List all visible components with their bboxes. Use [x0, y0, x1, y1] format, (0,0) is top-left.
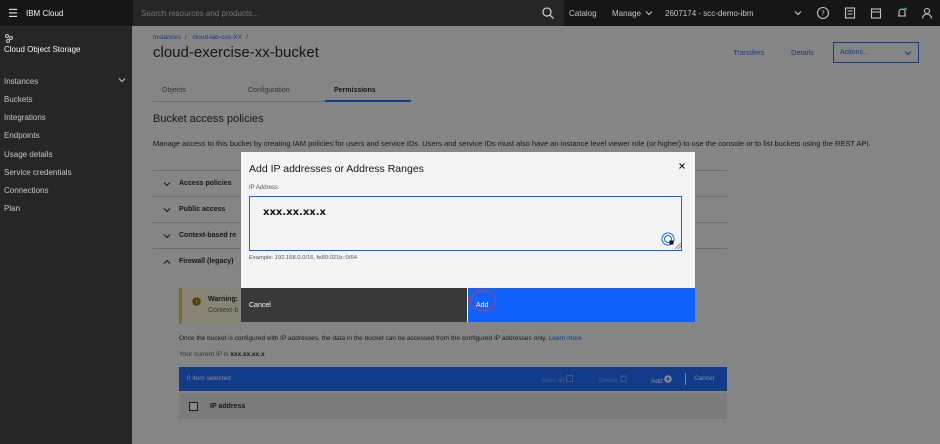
ip-address-textarea[interactable]: [249, 196, 682, 251]
brand-logo[interactable]: IBM Cloud: [26, 9, 132, 18]
ip-address-input[interactable]: [263, 207, 563, 218]
chevron-down-icon[interactable]: [791, 6, 805, 20]
nav-item-usage-details[interactable]: Usage details: [4, 150, 52, 159]
cloud-object-storage-icon: [5, 34, 13, 43]
search-input[interactable]: [133, 8, 533, 18]
search-icon[interactable]: [541, 6, 555, 20]
resize-handle-icon[interactable]: [675, 243, 681, 249]
ip-address-label: IP Address: [249, 185, 278, 191]
chevron-down-icon[interactable]: [118, 76, 126, 84]
service-name: Cloud Object Storage: [4, 45, 81, 54]
nav-item-instances[interactable]: Instances: [4, 77, 38, 86]
add-ip-modal: Add IP addresses or Address Ranges IP Ad…: [241, 152, 695, 322]
nav-item-service-credentials[interactable]: Service credentials: [4, 168, 72, 177]
notifications-icon[interactable]: [895, 6, 909, 20]
hamburger-menu-icon[interactable]: ☰: [0, 0, 26, 26]
close-icon[interactable]: [677, 161, 687, 171]
left-navigation: Cloud Object Storage Instances Buckets I…: [0, 26, 132, 444]
nav-item-buckets[interactable]: Buckets: [4, 95, 32, 104]
global-search[interactable]: [133, 0, 564, 26]
cost-estimator-icon[interactable]: [843, 6, 857, 20]
top-bar: ☰ IBM Cloud Catalog Manage 2607174 - scc…: [0, 0, 940, 26]
nav-item-integrations[interactable]: Integrations: [4, 113, 46, 122]
nav-item-plan[interactable]: Plan: [4, 204, 20, 213]
nav-item-endpoints[interactable]: Endpoints: [4, 131, 40, 140]
add-button[interactable]: Add: [468, 288, 695, 322]
help-icon[interactable]: ?: [816, 6, 830, 20]
manage-label: Manage: [612, 8, 641, 18]
calendar-icon[interactable]: [869, 6, 883, 20]
svg-text:?: ?: [821, 10, 825, 18]
cancel-button[interactable]: Cancel: [241, 288, 467, 322]
password-manager-icon[interactable]: [661, 232, 675, 246]
chevron-down-icon: [645, 11, 653, 16]
account-switcher[interactable]: 2607174 - scc-demo-ibm: [665, 0, 753, 26]
user-avatar-icon[interactable]: [920, 6, 934, 20]
manage-menu[interactable]: Manage: [612, 0, 653, 26]
helper-text: Example: 192.168.0.0/16, fe80:021b::0/64: [249, 255, 357, 261]
catalog-link[interactable]: Catalog: [569, 0, 597, 26]
nav-item-connections[interactable]: Connections: [4, 186, 48, 195]
modal-title: Add IP addresses or Address Ranges: [249, 163, 424, 175]
